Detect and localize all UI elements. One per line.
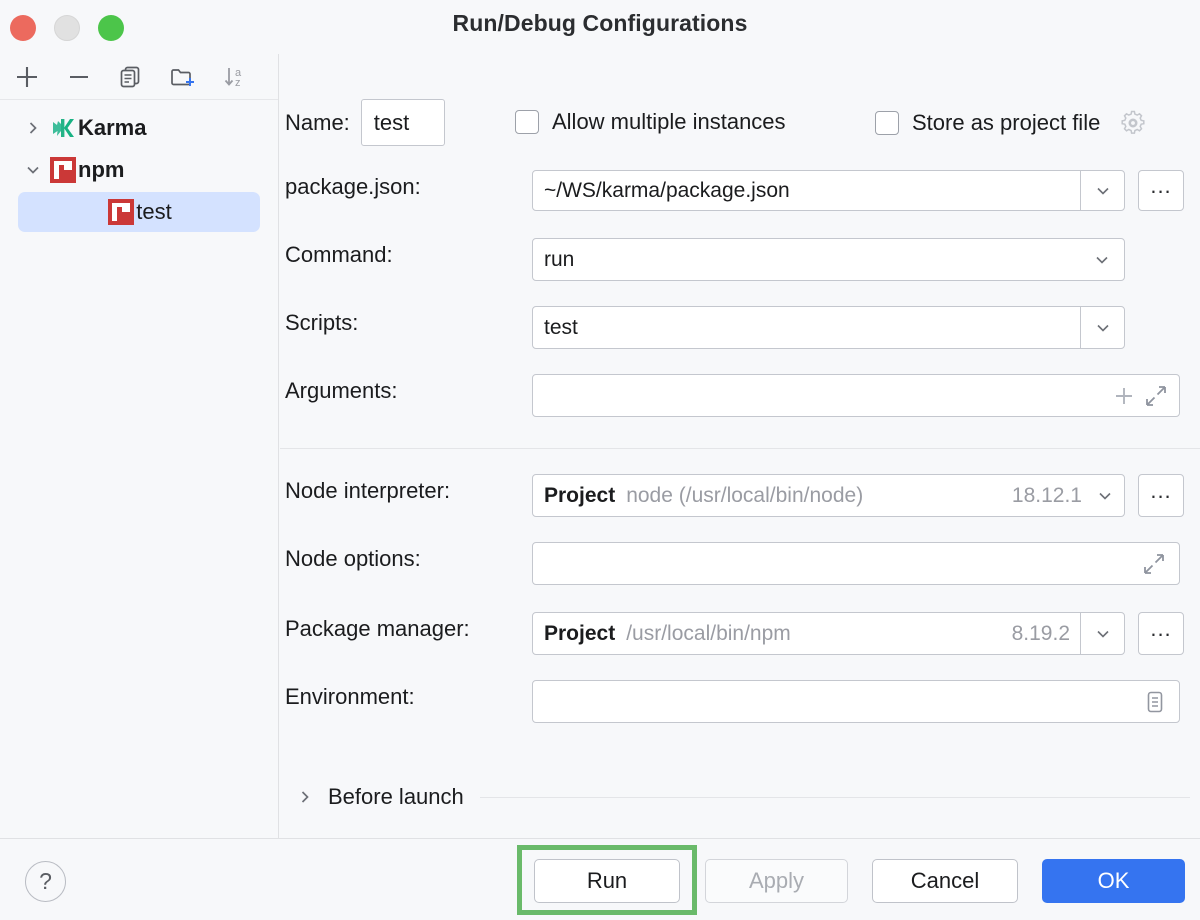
help-button[interactable]: ?	[25, 861, 66, 902]
name-label: Name:	[285, 110, 350, 136]
node-interpreter-prefix: Project	[533, 484, 615, 508]
scripts-select[interactable]: test	[532, 306, 1125, 349]
arguments-row: Arguments:	[285, 378, 398, 404]
expand-icon[interactable]	[1143, 383, 1169, 409]
tree-item-npm[interactable]: npm	[18, 150, 260, 190]
apply-button[interactable]: Apply	[705, 859, 848, 903]
tree-item-karma[interactable]: Karma	[18, 108, 260, 148]
node-interpreter-label: Node interpreter:	[285, 478, 450, 504]
package-manager-value: /usr/local/bin/npm	[615, 622, 1000, 646]
node-interpreter-browse-button[interactable]: ...	[1138, 474, 1184, 517]
node-interpreter-row: Node interpreter:	[285, 478, 450, 504]
svg-text:z: z	[235, 77, 241, 89]
package-json-row: package.json:	[285, 174, 530, 200]
tree-item-label: npm	[78, 157, 124, 183]
arguments-label: Arguments:	[285, 378, 398, 404]
package-manager-select[interactable]: Project /usr/local/bin/npm 8.19.2	[532, 612, 1125, 655]
environment-row: Environment:	[285, 684, 415, 710]
run-button[interactable]: Run	[534, 859, 680, 903]
package-json-value: ~/WS/karma/package.json	[533, 179, 1080, 203]
new-folder-button[interactable]	[162, 58, 204, 96]
npm-icon	[48, 157, 78, 183]
package-json-input[interactable]: ~/WS/karma/package.json	[532, 170, 1125, 211]
chevron-down-icon[interactable]	[1080, 239, 1124, 280]
node-interpreter-version: 18.12.1	[1001, 484, 1086, 508]
node-options-input[interactable]	[532, 542, 1180, 585]
chevron-down-icon[interactable]	[1080, 613, 1124, 654]
gear-icon[interactable]	[1119, 109, 1147, 137]
checkbox-box[interactable]	[875, 111, 899, 135]
node-interpreter-value: node (/usr/local/bin/node)	[615, 484, 1001, 508]
chevron-down-icon[interactable]	[1080, 171, 1124, 210]
store-as-project-file-label: Store as project file	[912, 110, 1100, 136]
configurations-sidebar: a z Karma	[0, 54, 279, 838]
chevron-right-icon[interactable]	[18, 120, 48, 136]
package-json-browse-button[interactable]: ...	[1138, 170, 1184, 211]
chevron-right-icon[interactable]	[290, 789, 320, 805]
before-launch-section[interactable]: Before launch	[290, 784, 1190, 810]
command-select[interactable]: run	[532, 238, 1125, 281]
title-bar: Run/Debug Configurations	[0, 0, 1200, 54]
chevron-down-icon[interactable]	[1086, 475, 1124, 516]
arguments-input[interactable]	[532, 374, 1180, 417]
run-debug-configurations-dialog: Run/Debug Configurations	[0, 0, 1200, 920]
checkbox-box[interactable]	[515, 110, 539, 134]
package-manager-prefix: Project	[533, 622, 615, 646]
scripts-value: test	[533, 316, 1080, 340]
node-interpreter-select[interactable]: Project node (/usr/local/bin/node) 18.12…	[532, 474, 1125, 517]
chevron-down-icon[interactable]	[1080, 307, 1124, 348]
environment-label: Environment:	[285, 684, 415, 710]
scripts-label: Scripts:	[285, 310, 358, 336]
scripts-row: Scripts:	[285, 310, 358, 336]
remove-configuration-button[interactable]	[58, 58, 100, 96]
before-launch-label: Before launch	[328, 784, 464, 810]
command-label: Command:	[285, 242, 393, 268]
configuration-form: Name: test Allow multiple instances Stor…	[280, 54, 1200, 838]
page-title: Run/Debug Configurations	[0, 10, 1200, 37]
ok-button[interactable]: OK	[1042, 859, 1185, 903]
karma-icon	[48, 115, 78, 141]
cancel-button[interactable]: Cancel	[872, 859, 1018, 903]
tree-item-test[interactable]: test	[18, 192, 260, 232]
store-as-project-file-checkbox[interactable]: Store as project file	[875, 109, 1147, 137]
expand-icon[interactable]	[1141, 551, 1179, 577]
package-manager-row: Package manager:	[285, 616, 470, 642]
environment-input[interactable]	[532, 680, 1180, 723]
chevron-down-icon[interactable]	[18, 162, 48, 178]
add-configuration-button[interactable]	[6, 58, 48, 96]
command-value: run	[533, 248, 1080, 272]
add-argument-icon[interactable]	[1111, 383, 1137, 409]
name-input[interactable]: test	[361, 99, 445, 146]
sidebar-toolbar: a z	[0, 54, 278, 100]
allow-multiple-instances-label: Allow multiple instances	[552, 109, 786, 135]
package-manager-version: 8.19.2	[1001, 622, 1080, 646]
sort-configurations-button[interactable]: a z	[214, 58, 256, 96]
form-section-divider	[280, 448, 1200, 449]
node-options-label: Node options:	[285, 546, 421, 572]
configurations-tree: Karma npm test	[0, 100, 278, 232]
package-manager-label: Package manager:	[285, 616, 470, 642]
before-launch-divider	[480, 797, 1190, 798]
environment-variables-icon[interactable]	[1143, 689, 1179, 715]
package-manager-browse-button[interactable]: ...	[1138, 612, 1184, 655]
package-json-label: package.json:	[285, 174, 530, 200]
command-row: Command:	[285, 242, 393, 268]
npm-icon	[106, 199, 136, 225]
copy-configuration-button[interactable]	[110, 58, 152, 96]
tree-item-label: Karma	[78, 115, 146, 141]
allow-multiple-instances-checkbox[interactable]: Allow multiple instances	[515, 109, 786, 135]
tree-item-label: test	[136, 199, 171, 225]
name-row: Name: test	[285, 99, 445, 146]
node-options-row: Node options:	[285, 546, 421, 572]
